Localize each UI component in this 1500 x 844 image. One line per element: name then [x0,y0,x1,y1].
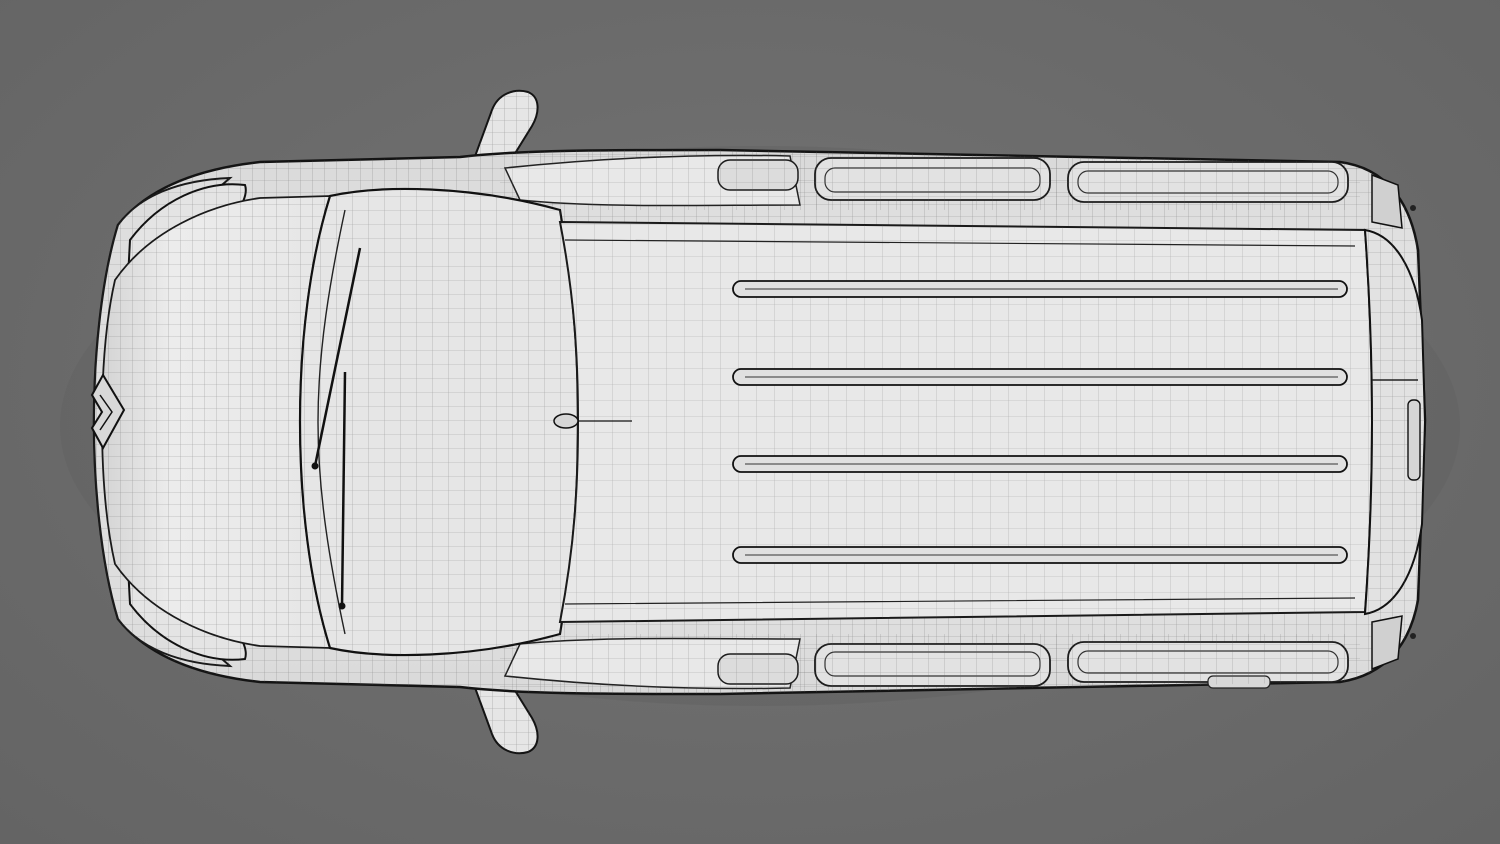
roof-rail-3 [732,455,1348,473]
side-windows-bottom [500,634,1360,694]
roof-rail-4 [732,546,1348,564]
roof-rail-2 [732,368,1348,386]
render-viewport [0,0,1500,844]
roof-rail-1 [732,280,1348,298]
van-wireframe-render [60,89,1460,755]
hood [101,195,332,649]
